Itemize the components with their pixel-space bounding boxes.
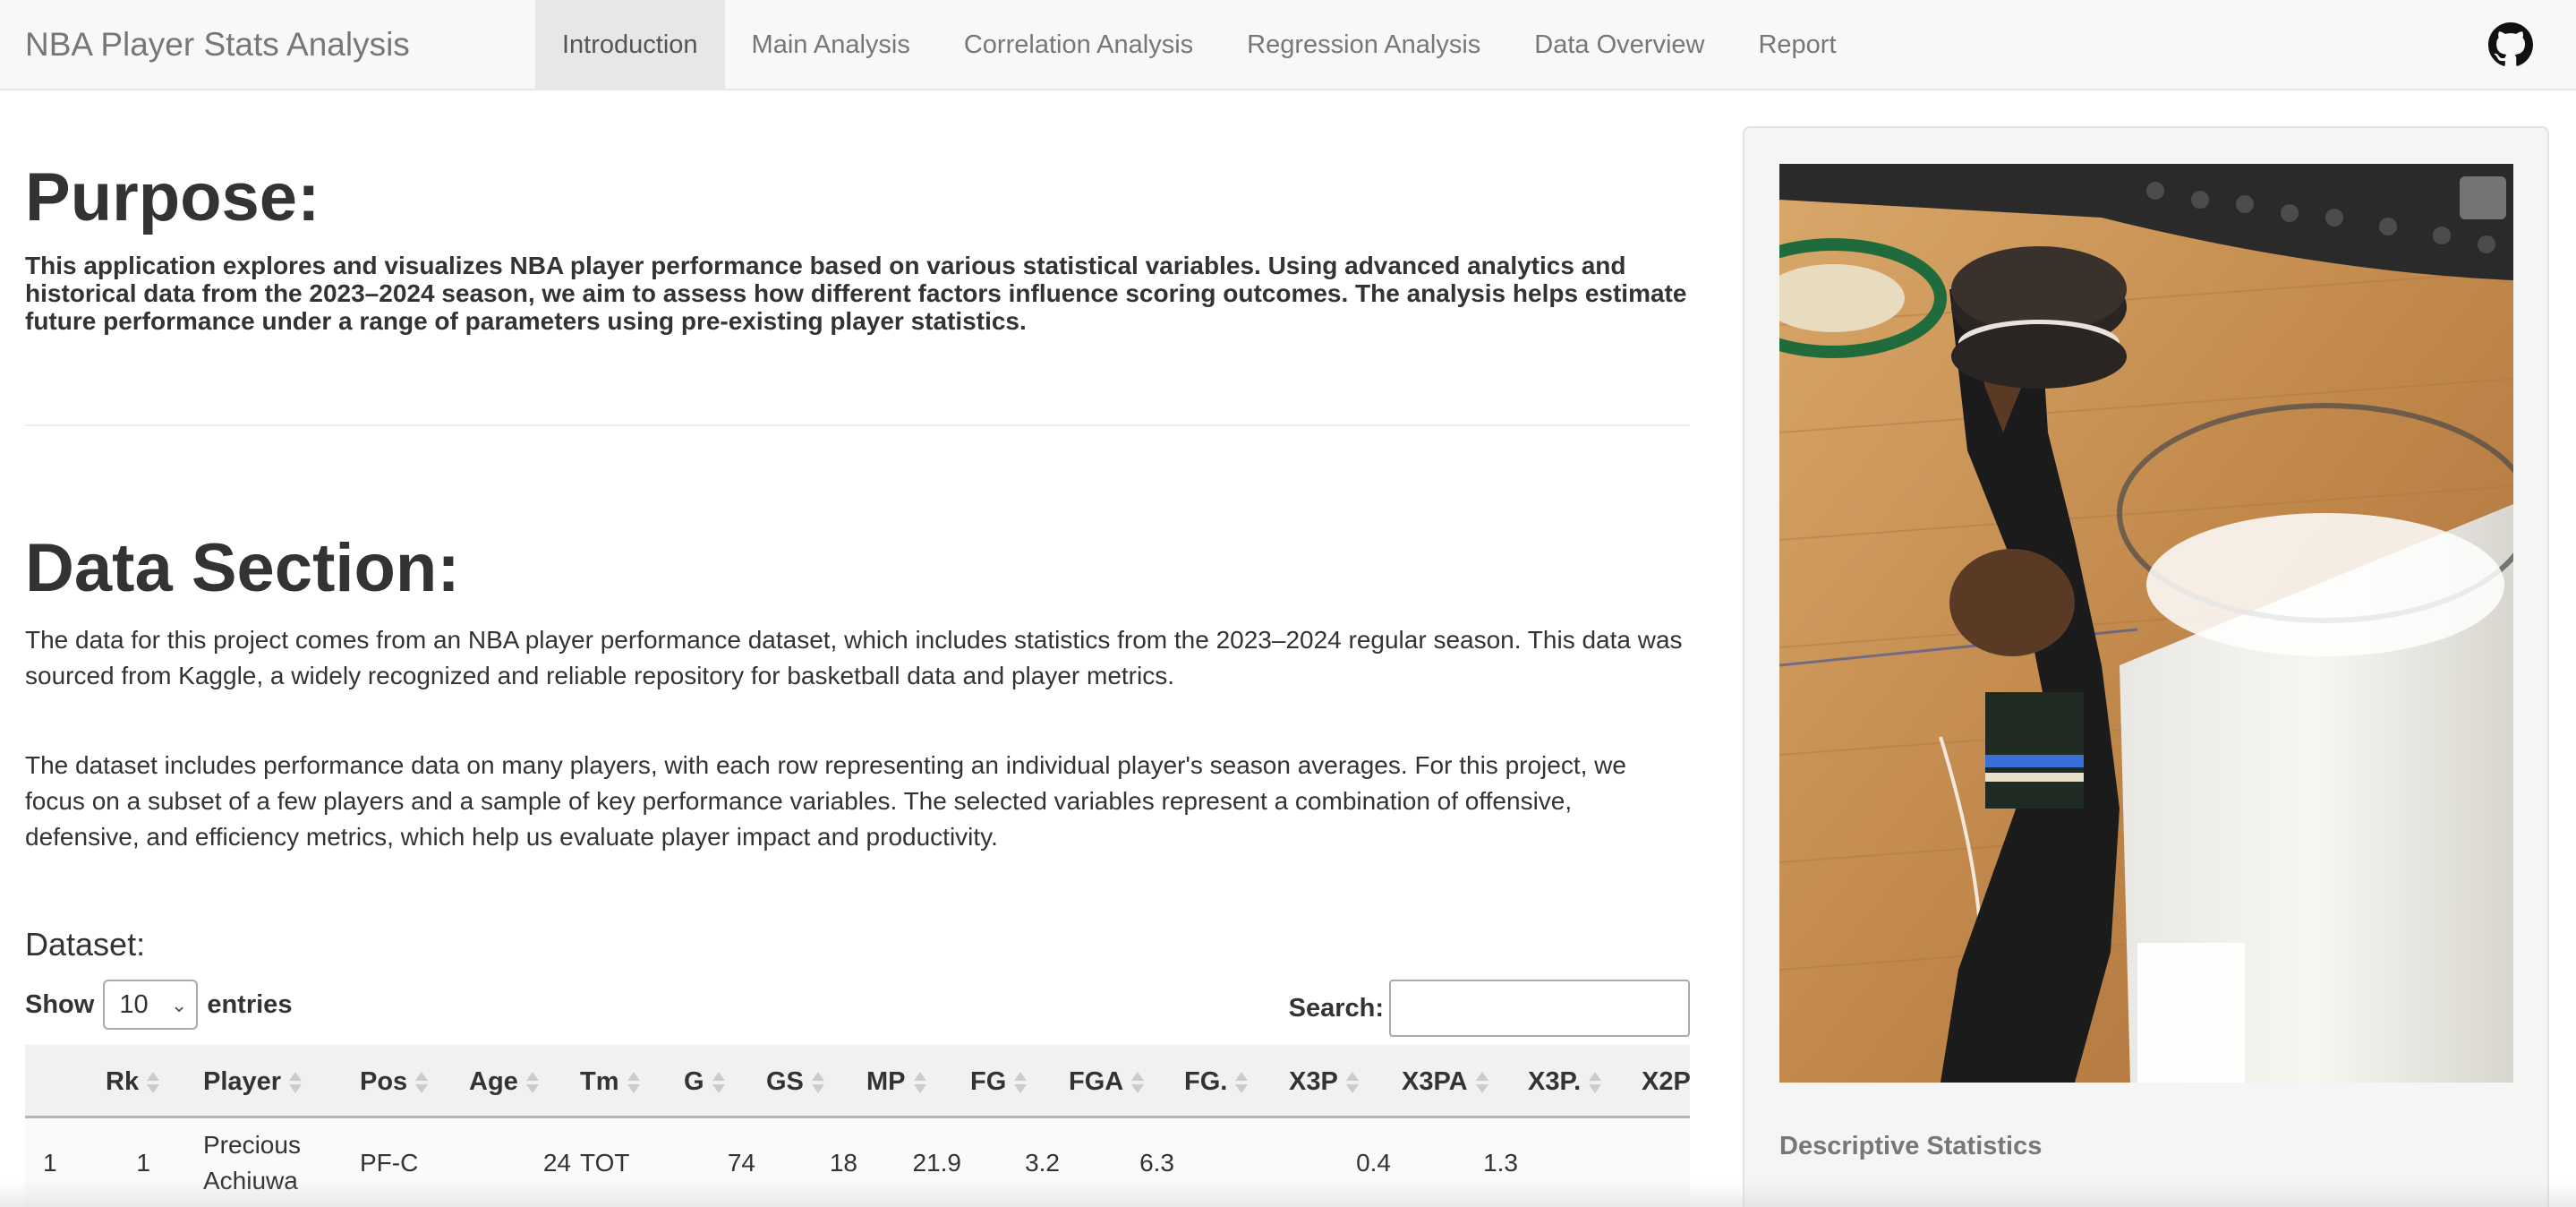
sort-icon bbox=[146, 1069, 160, 1096]
column-header-x3pa[interactable]: X3PA bbox=[1402, 1045, 1489, 1118]
column-header-label: X3P. bbox=[1528, 1067, 1582, 1096]
data-section-paragraph-1: The data for this project comes from an … bbox=[25, 626, 1683, 689]
table-cell-rk: 1 bbox=[136, 1149, 150, 1177]
bottom-shadow bbox=[0, 1180, 2576, 1207]
table-cell-g: 74 bbox=[727, 1149, 755, 1177]
github-icon[interactable] bbox=[2488, 22, 2533, 67]
column-header-x3p-pct[interactable]: X3P. bbox=[1528, 1045, 1602, 1118]
purpose-heading: Purpose: bbox=[25, 159, 320, 235]
column-header-rk[interactable]: Rk bbox=[106, 1045, 160, 1118]
sort-icon bbox=[627, 1069, 641, 1096]
table-cell-age: 24 bbox=[542, 1149, 571, 1177]
table-cell-index: 1 bbox=[43, 1149, 57, 1177]
nav-tabs: Introduction Main Analysis Correlation A… bbox=[535, 0, 1864, 90]
search-label: Search: bbox=[1288, 993, 1384, 1023]
section-divider bbox=[25, 424, 1690, 426]
table-cell-fg: 3.2 bbox=[1025, 1149, 1060, 1177]
column-header-label: X2P bbox=[1642, 1067, 1690, 1096]
sort-icon bbox=[712, 1069, 726, 1096]
column-header-label: FG. bbox=[1184, 1067, 1228, 1096]
tab-report[interactable]: Report bbox=[1731, 0, 1863, 90]
tab-main-analysis[interactable]: Main Analysis bbox=[725, 0, 937, 90]
sort-icon bbox=[1013, 1069, 1028, 1096]
column-header-g[interactable]: G bbox=[684, 1045, 726, 1118]
column-header-mp[interactable]: MP bbox=[866, 1045, 927, 1118]
column-header-x2p[interactable]: X2P bbox=[1642, 1045, 1690, 1118]
column-header-age[interactable]: Age bbox=[469, 1045, 540, 1118]
sort-icon bbox=[1588, 1069, 1602, 1096]
show-entries-control: Show 10 ⌄ entries bbox=[25, 979, 292, 1031]
table-search: Search: bbox=[1289, 979, 1690, 1038]
sort-icon bbox=[525, 1069, 540, 1096]
column-header-label: X3P bbox=[1289, 1067, 1338, 1096]
table-cell-gs: 18 bbox=[829, 1149, 857, 1177]
column-header-label: Rk bbox=[106, 1067, 140, 1096]
purpose-text: This application explores and visualizes… bbox=[25, 252, 1687, 335]
tab-introduction[interactable]: Introduction bbox=[535, 0, 725, 90]
sort-icon bbox=[1475, 1069, 1489, 1096]
column-header-label: G bbox=[684, 1067, 704, 1096]
entries-label: entries bbox=[207, 989, 293, 1019]
column-header-label: Age bbox=[469, 1067, 518, 1096]
column-header-label: Player bbox=[203, 1067, 282, 1096]
tab-data-overview[interactable]: Data Overview bbox=[1507, 0, 1731, 90]
table-cell-mp: 21.9 bbox=[912, 1149, 962, 1177]
column-header-label: GS bbox=[766, 1067, 804, 1096]
column-header-x3p[interactable]: X3P bbox=[1289, 1045, 1360, 1118]
table-header: Rk Player Pos Age Tm G GS MP FG FGA FG. … bbox=[25, 1045, 1690, 1118]
data-section-paragraph-2: The dataset includes performance data on… bbox=[25, 751, 1626, 851]
table-cell-x3p: 0.4 bbox=[1356, 1149, 1391, 1177]
column-header-fg-pct[interactable]: FG. bbox=[1184, 1045, 1249, 1118]
column-header-label: FG bbox=[970, 1067, 1007, 1096]
sort-icon bbox=[288, 1069, 303, 1096]
column-header-label: FGA bbox=[1069, 1067, 1124, 1096]
dataset-heading: Dataset: bbox=[25, 926, 146, 963]
sidebar-panel: Descriptive Statistics bbox=[1743, 126, 2549, 1207]
table-cell-tm: TOT bbox=[580, 1149, 630, 1177]
chevron-down-icon: ⌄ bbox=[170, 994, 188, 1016]
table-cell-x2p: 2 bbox=[1636, 1145, 1690, 1181]
sort-icon bbox=[811, 1069, 825, 1096]
column-header-label: Tm bbox=[580, 1067, 619, 1096]
search-input[interactable] bbox=[1389, 980, 1690, 1037]
table-cell-x3pa: 1.3 bbox=[1483, 1149, 1518, 1177]
column-header-label: Pos bbox=[360, 1067, 408, 1096]
sort-icon bbox=[1345, 1069, 1360, 1096]
sort-icon bbox=[1234, 1069, 1249, 1096]
column-header-player[interactable]: Player bbox=[203, 1045, 303, 1118]
table-cell-fga: 6.3 bbox=[1139, 1149, 1174, 1177]
column-header-label: X3PA bbox=[1402, 1067, 1468, 1096]
tab-correlation-analysis[interactable]: Correlation Analysis bbox=[937, 0, 1220, 90]
entries-select[interactable]: 10 ⌄ bbox=[103, 980, 199, 1030]
sort-icon bbox=[913, 1069, 927, 1096]
navbar: NBA Player Stats Analysis Introduction M… bbox=[0, 0, 2576, 90]
tab-regression-analysis[interactable]: Regression Analysis bbox=[1220, 0, 1507, 90]
column-header-tm[interactable]: Tm bbox=[580, 1045, 641, 1118]
column-header-pos[interactable]: Pos bbox=[360, 1045, 429, 1118]
entries-value: 10 bbox=[119, 989, 149, 1019]
sort-icon bbox=[1130, 1069, 1145, 1096]
player-dunk-photo bbox=[1779, 164, 2513, 1083]
data-section-heading: Data Section: bbox=[25, 530, 460, 606]
table-cell-player-line1: Precious bbox=[203, 1131, 301, 1159]
column-header-label: MP bbox=[866, 1067, 906, 1096]
table-cell-pos: PF-C bbox=[360, 1149, 419, 1177]
descriptive-statistics-heading: Descriptive Statistics bbox=[1779, 1132, 2043, 1160]
column-header-fg[interactable]: FG bbox=[970, 1045, 1028, 1118]
column-header-gs[interactable]: GS bbox=[766, 1045, 825, 1118]
column-header-fga[interactable]: FGA bbox=[1069, 1045, 1145, 1118]
show-label: Show bbox=[25, 989, 95, 1019]
sort-icon bbox=[414, 1069, 429, 1096]
app-title[interactable]: NBA Player Stats Analysis bbox=[25, 0, 410, 90]
